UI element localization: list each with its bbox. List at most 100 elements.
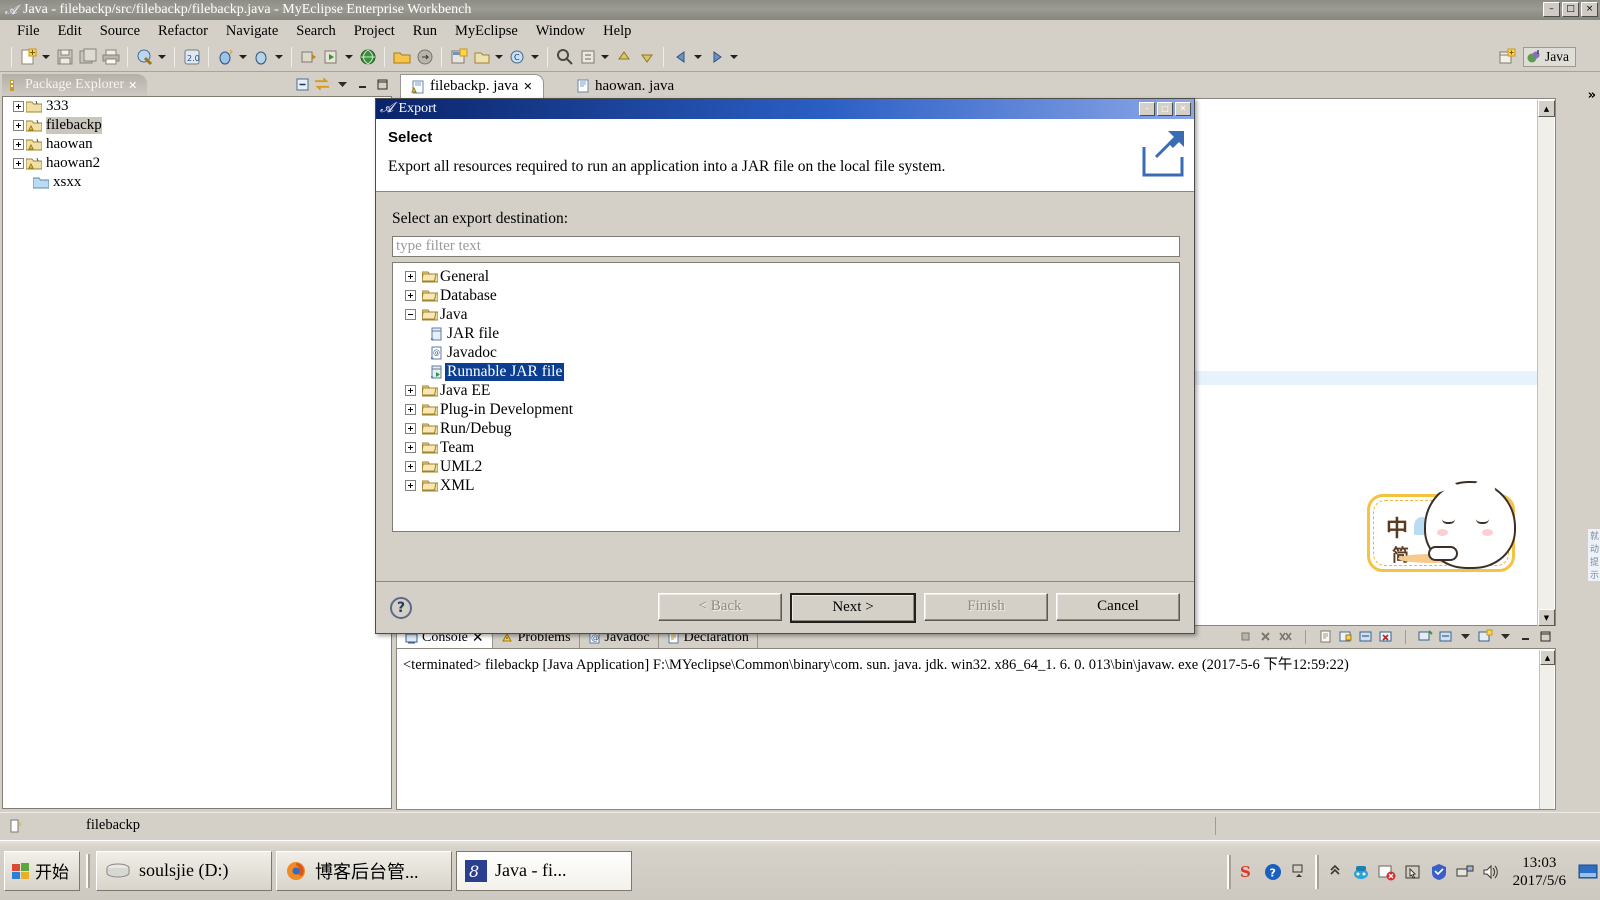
print-icon[interactable] [100,46,121,67]
annotation-next-icon[interactable] [577,46,598,67]
back-button[interactable]: < Back [658,592,782,621]
remove-all-terminated-icon[interactable] [1277,628,1294,645]
minimize-button[interactable]: – [1543,2,1560,17]
minimize-console-icon[interactable] [1517,628,1534,645]
console-dropdown-icon[interactable] [1457,628,1474,645]
new-package-dropdown-icon[interactable] [493,47,504,67]
menu-item-source[interactable]: Source [91,22,149,41]
sogou-icon[interactable]: S [1237,862,1257,882]
finish-button[interactable]: Finish [924,592,1048,621]
new-console-view-icon[interactable] [1417,628,1434,645]
prev-annotation-icon[interactable] [613,46,634,67]
expand-icon[interactable] [405,404,416,415]
pointer-icon[interactable] [1403,862,1423,882]
save-icon[interactable] [54,46,75,67]
menu-item-run[interactable]: Run [404,22,446,41]
expand-icon[interactable] [13,139,24,150]
export-tree-item-jar-file[interactable]: JAR file [393,324,1179,343]
open-console-icon[interactable] [1477,628,1494,645]
back-history-icon[interactable] [670,46,691,67]
dialog-maximize-button[interactable]: □ [1157,102,1173,116]
minimize-view-icon[interactable] [354,76,370,92]
scroll-lock-icon[interactable] [1337,628,1354,645]
expand-icon[interactable] [405,271,416,282]
close-icon[interactable]: ✕ [128,79,137,92]
tab-package-explorer[interactable]: Package Explorer ✕ [2,74,148,96]
expand-icon[interactable] [405,385,416,396]
console-output[interactable]: <terminated> filebackp [Java Application… [396,648,1556,810]
toolbar-overflow-icon[interactable]: » [1588,88,1596,103]
maximize-view-icon[interactable] [374,76,390,92]
tray-grip[interactable] [1226,855,1231,889]
pin-console-icon[interactable] [1357,628,1374,645]
export-destination-tree[interactable]: General Database Java JAR file @ Javadoc… [392,262,1180,532]
remove-launch-icon[interactable] [1257,628,1274,645]
close-console-icon[interactable] [1377,628,1394,645]
web20-icon[interactable]: 2.0 [181,46,202,67]
run-icon[interactable] [251,46,272,67]
show-desktop-icon[interactable] [1578,862,1598,882]
console-vertical-scrollbar[interactable]: ▲ [1539,650,1555,809]
expand-icon[interactable] [1325,862,1345,882]
menu-item-search[interactable]: Search [287,22,344,41]
annotation-dropdown-icon[interactable] [599,47,610,67]
tree-item-filebackp[interactable]: filebackp [3,116,391,135]
cancel-button[interactable]: Cancel [1056,592,1180,621]
terminate-icon[interactable] [1237,628,1254,645]
ime-floating-card[interactable]: 中 简 [1367,466,1516,572]
build-icon[interactable] [134,46,155,67]
forward-history-icon[interactable] [706,46,727,67]
menu-item-myeclipse[interactable]: MyEclipse [446,22,527,41]
antivirus-icon[interactable] [1377,862,1397,882]
link-with-editor-icon[interactable] [314,76,330,92]
next-annotation-icon[interactable] [636,46,657,67]
run-server-icon[interactable] [321,46,342,67]
tree-item-haowan2[interactable]: haowan2 [3,154,391,173]
perspective-java-button[interactable]: Java [1523,47,1576,67]
export-tree-item-plugin-development[interactable]: Plug-in Development [393,400,1179,419]
deploy-icon[interactable] [298,46,319,67]
forward-history-dropdown-icon[interactable] [728,47,739,67]
new-java-project-icon[interactable] [448,46,469,67]
editor-tab-haowan[interactable]: haowan. java [566,74,684,98]
export-tree-item-java-ee[interactable]: Java EE [393,381,1179,400]
export-tree-item-uml2[interactable]: UML2 [393,457,1179,476]
console-scroll-up-button[interactable]: ▲ [1540,650,1555,665]
export-tree-item-java[interactable]: Java [393,305,1179,324]
editor-tab-filebackp[interactable]: filebackp. java ✕ [400,74,544,98]
menu-item-help[interactable]: Help [594,22,640,41]
build-dropdown-icon[interactable] [156,47,167,67]
expand-icon[interactable] [405,442,416,453]
expand-icon[interactable] [13,158,24,169]
dialog-close-button[interactable]: ✕ [1175,102,1191,116]
back-history-dropdown-icon[interactable] [692,47,703,67]
filter-input[interactable]: type filter text [392,236,1180,257]
run-server-dropdown-icon[interactable] [343,47,354,67]
taskbar-item-soulsjie[interactable]: soulsjie (D:) [96,850,272,891]
start-button[interactable]: 开始 [4,850,80,891]
taskbar-item-blog[interactable]: 博客后台管... [276,850,452,891]
expand-icon[interactable] [405,480,416,491]
save-all-icon[interactable] [77,46,98,67]
menu-item-file[interactable]: File [8,22,49,41]
next-button[interactable]: Next > [790,592,916,623]
clear-console-icon[interactable] [1317,628,1334,645]
scroll-down-button[interactable]: ▼ [1538,609,1555,626]
new-package-icon[interactable] [471,46,492,67]
maximize-console-icon[interactable] [1537,628,1554,645]
expand-icon[interactable] [405,461,416,472]
editor-vertical-scrollbar[interactable]: ▲ ▼ [1537,100,1555,626]
menu-item-refactor[interactable]: Refactor [149,22,217,41]
export-tree-item-javadoc[interactable]: @ Javadoc [393,343,1179,362]
menu-item-project[interactable]: Project [345,22,404,41]
expand-icon[interactable] [13,101,24,112]
display-selected-console-icon[interactable] [1437,628,1454,645]
export-dialog[interactable]: 𝓐 Export – □ ✕ Select Export all resourc… [375,98,1195,634]
open-console-dropdown-icon[interactable] [1497,628,1514,645]
browser-icon[interactable] [357,46,378,67]
new-class-icon[interactable]: C [507,46,528,67]
new-class-dropdown-icon[interactable] [529,47,540,67]
shield-icon[interactable] [1429,862,1449,882]
view-menu-icon[interactable] [334,76,350,92]
collapse-icon[interactable] [405,309,416,320]
